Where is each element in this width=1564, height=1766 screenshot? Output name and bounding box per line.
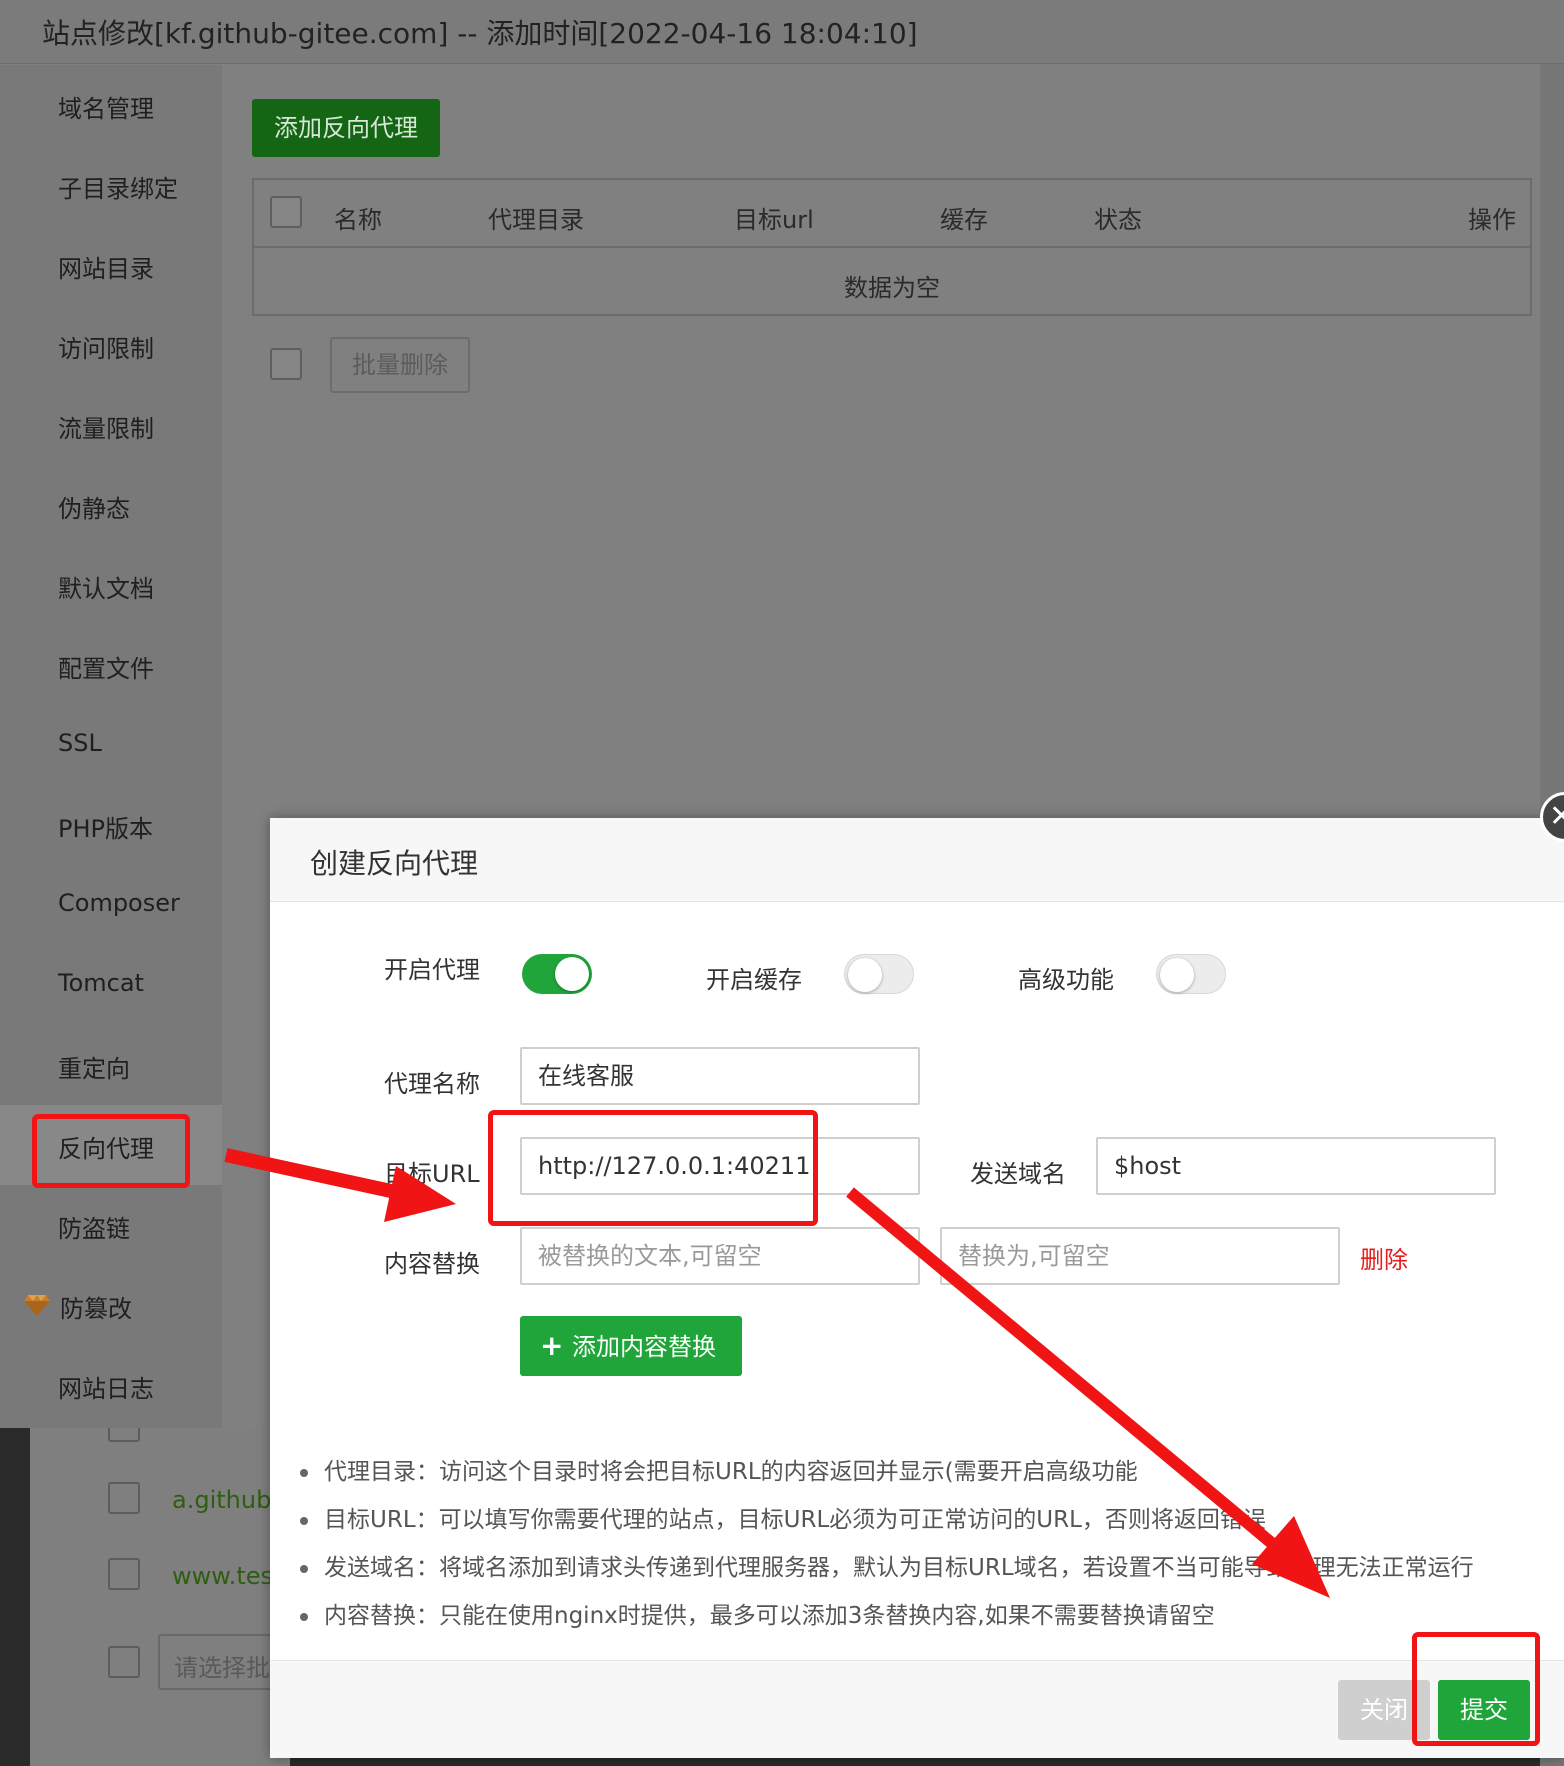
batch-select-checkbox[interactable] [270, 348, 302, 380]
enable-cache-toggle[interactable] [844, 954, 914, 994]
sidebar-item-php[interactable]: PHP版本 [0, 785, 222, 865]
sidebar-item-redirect[interactable]: 重定向 [0, 1025, 222, 1105]
close-icon: ✕ [1549, 799, 1564, 834]
enable-proxy-label: 开启代理 [384, 956, 480, 984]
sidebar-item-label: 网站目录 [58, 255, 154, 283]
advanced-label: 高级功能 [1018, 966, 1114, 994]
replace-to-input[interactable]: 替换为,可留空 [940, 1227, 1340, 1285]
column-header: 目标url [734, 206, 814, 234]
content-replace-label: 内容替换 [384, 1250, 480, 1278]
proxy-table: 名称 代理目录 目标url 缓存 状态 操作 数据为空 [252, 178, 1532, 316]
sidebar-item-default-doc[interactable]: 默认文档 [0, 545, 222, 625]
proxy-name-input[interactable]: 在线客服 [520, 1047, 920, 1105]
sidebar-item-composer[interactable]: Composer [0, 865, 222, 945]
sidebar-item-label: 子目录绑定 [58, 175, 178, 203]
sidebar-item-label: Tomcat [58, 969, 144, 997]
tip-text: 目标URL：可以填写你需要代理的站点，目标URL必须为可正常访问的URL，否则将… [324, 1507, 1266, 1533]
sidebar-item-label: SSL [58, 729, 102, 757]
sidebar-item-label: 防篡改 [60, 1295, 132, 1323]
toggle-knob [555, 957, 589, 991]
add-content-replace-button[interactable]: + 添加内容替换 [520, 1316, 742, 1376]
highlight-box-sidebar [32, 1114, 190, 1188]
table-header: 名称 代理目录 目标url 缓存 状态 操作 [254, 180, 1530, 248]
tip-item: 代理目录：访问这个目录时将会把目标URL的内容返回并显示(需要开启高级功能 [300, 1452, 1138, 1486]
add-reverse-proxy-button[interactable]: 添加反向代理 [252, 99, 440, 157]
batch-action-placeholder: 请选择批 [174, 1654, 270, 1682]
sidebar-item-label: 流量限制 [58, 415, 154, 443]
send-domain-input[interactable]: $host [1096, 1137, 1496, 1195]
bullet-icon [300, 1468, 308, 1477]
tip-item: 内容替换：只能在使用nginx时提供，最多可以添加3条替换内容,如果不需要替换请… [300, 1596, 1215, 1630]
sidebar-menu: 域名管理 子目录绑定 网站目录 访问限制 流量限制 伪静态 默认文档 配置文件 … [0, 65, 222, 1428]
sidebar-item-hotlink[interactable]: 防盗链 [0, 1185, 222, 1265]
site-link[interactable]: a.github- [172, 1486, 280, 1514]
sidebar-item-label: 配置文件 [58, 655, 154, 683]
sidebar-item-tomcat[interactable]: Tomcat [0, 945, 222, 1025]
tip-item: 目标URL：可以填写你需要代理的站点，目标URL必须为可正常访问的URL，否则将… [300, 1500, 1266, 1534]
add-content-replace-label: 添加内容替换 [572, 1333, 716, 1361]
enable-cache-label: 开启缓存 [706, 966, 802, 994]
replace-from-input[interactable]: 被替换的文本,可留空 [520, 1227, 920, 1285]
bullet-icon [300, 1516, 308, 1525]
row-checkbox[interactable] [108, 1558, 140, 1590]
sidebar-item-access-limit[interactable]: 访问限制 [0, 305, 222, 385]
tip-item: 发送域名：将域名添加到请求头传递到代理服务器，默认为目标URL域名，若设置不当可… [300, 1548, 1474, 1582]
target-url-label: 目标URL [384, 1160, 480, 1188]
sidebar-item-label: 伪静态 [58, 495, 130, 523]
column-header: 缓存 [940, 206, 988, 234]
sidebar-item-domain[interactable]: 域名管理 [0, 65, 222, 145]
dialog-title: 创建反向代理 [310, 847, 479, 880]
window-titlebar: 站点修改[kf.github-gitee.com] -- 添加时间[2022-0… [0, 0, 1564, 64]
sidebar-item-traffic-limit[interactable]: 流量限制 [0, 385, 222, 465]
bullet-icon [300, 1612, 308, 1621]
enable-proxy-toggle[interactable] [522, 954, 592, 994]
column-header: 状态 [1094, 206, 1142, 234]
plus-icon: + [540, 1329, 564, 1362]
gem-icon [24, 1295, 50, 1316]
sidebar-item-rewrite[interactable]: 伪静态 [0, 465, 222, 545]
sidebar-item-ssl[interactable]: SSL [0, 705, 222, 785]
sidebar-item-label: Composer [58, 889, 180, 917]
delete-replace-link[interactable]: 删除 [1360, 1240, 1408, 1275]
highlight-box-submit [1412, 1632, 1540, 1746]
sidebar-item-label: 访问限制 [58, 335, 154, 363]
tip-text: 内容替换：只能在使用nginx时提供，最多可以添加3条替换内容,如果不需要替换请… [324, 1603, 1215, 1629]
sidebar-item-label: 网站日志 [58, 1375, 154, 1403]
column-header: 名称 [334, 206, 382, 234]
select-all-checkbox[interactable] [270, 196, 302, 228]
select-all-checkbox[interactable] [108, 1646, 140, 1678]
send-domain-label: 发送域名 [970, 1160, 1066, 1188]
column-header: 操作 [1468, 206, 1516, 234]
site-link[interactable]: www.test [172, 1562, 282, 1590]
toggle-knob [848, 958, 882, 992]
tip-text: 代理目录：访问这个目录时将会把目标URL的内容返回并显示(需要开启高级功能 [324, 1459, 1138, 1485]
row-checkbox[interactable] [108, 1482, 140, 1514]
tip-text: 发送域名：将域名添加到请求头传递到代理服务器，默认为目标URL域名，若设置不当可… [324, 1555, 1474, 1581]
sidebar-item-label: 重定向 [58, 1055, 130, 1083]
bullet-icon [300, 1564, 308, 1573]
sidebar-item-site-log[interactable]: 网站日志 [0, 1345, 222, 1425]
sidebar-item-config[interactable]: 配置文件 [0, 625, 222, 705]
sidebar-item-label: 域名管理 [58, 95, 154, 123]
sidebar-item-label: 默认文档 [58, 575, 154, 603]
column-header: 代理目录 [488, 206, 584, 234]
toggle-knob [1160, 958, 1194, 992]
sidebar-item-label: PHP版本 [58, 815, 153, 843]
dialog-header: 创建反向代理 [270, 818, 1564, 902]
advanced-toggle[interactable] [1156, 954, 1226, 994]
sidebar-item-subdir[interactable]: 子目录绑定 [0, 145, 222, 225]
highlight-box-target-url [488, 1110, 818, 1226]
sidebar-item-site-dir[interactable]: 网站目录 [0, 225, 222, 305]
window-title: 站点修改[kf.github-gitee.com] -- 添加时间[2022-0… [42, 17, 918, 50]
empty-state-text: 数据为空 [844, 274, 940, 302]
proxy-name-label: 代理名称 [384, 1070, 480, 1098]
sidebar-item-label: 防盗链 [58, 1215, 130, 1243]
batch-delete-button[interactable]: 批量删除 [330, 337, 470, 393]
sidebar-item-tamper-proof[interactable]: 防篡改 [0, 1265, 222, 1345]
